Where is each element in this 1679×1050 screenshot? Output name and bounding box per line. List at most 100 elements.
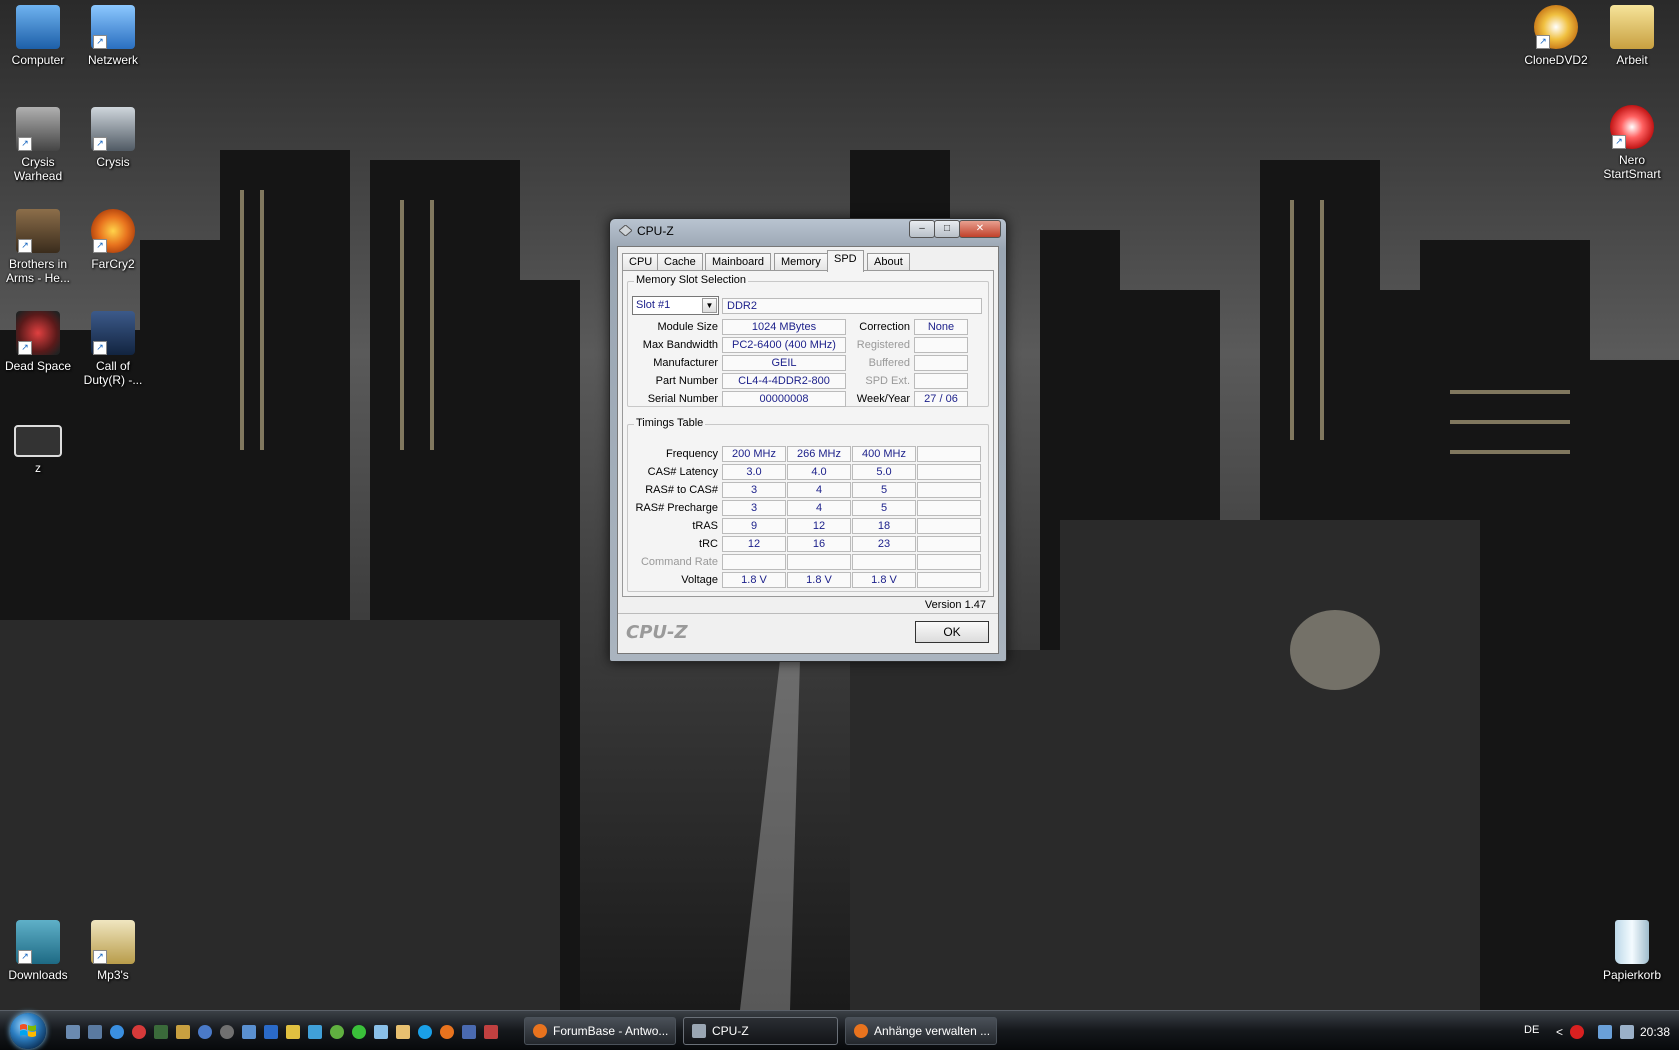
tab-cache[interactable]: Cache	[657, 253, 703, 271]
serial-number-value: 00000008	[722, 391, 846, 407]
desktop-icon-label: Downloads	[8, 968, 68, 982]
crysis-icon: ↗	[91, 107, 135, 151]
quicklaunch-app-icon[interactable]	[242, 1025, 256, 1039]
tab-spd[interactable]: SPD	[827, 250, 864, 272]
timing-label: Command Rate	[640, 556, 718, 568]
show-desktop-icon[interactable]	[66, 1025, 80, 1039]
timing-cell	[917, 536, 981, 552]
desktop-icon-z[interactable]: z	[0, 425, 76, 475]
taskbar-item-cpuz[interactable]: CPU-Z	[683, 1017, 838, 1045]
module-size-value: 1024 MBytes	[722, 319, 846, 335]
desktop-icon-downloads[interactable]: ↗ Downloads	[0, 920, 76, 982]
quicklaunch-app-icon[interactable]	[198, 1025, 212, 1039]
close-button[interactable]: ✕	[959, 220, 1001, 238]
desktop-icon-mp3s[interactable]: ↗ Mp3's	[75, 920, 151, 982]
steam-icon[interactable]	[220, 1025, 234, 1039]
taskbar-item-forumbase[interactable]: ForumBase - Antwo...	[524, 1017, 676, 1045]
tab-cpu[interactable]: CPU	[622, 253, 660, 271]
quicklaunch-app-icon[interactable]	[286, 1025, 300, 1039]
icq-icon[interactable]	[352, 1025, 366, 1039]
registered-value	[914, 337, 968, 353]
version-text: Version 1.47	[924, 599, 986, 611]
quicklaunch-app-icon[interactable]	[308, 1025, 322, 1039]
timing-cell	[787, 554, 851, 570]
windows-logo-icon	[20, 1024, 36, 1037]
tray-expand-button[interactable]: <	[1556, 1025, 1563, 1039]
network-tray-icon[interactable]	[1598, 1025, 1612, 1039]
group-title: Timings Table	[634, 417, 706, 429]
window-switcher-icon[interactable]	[88, 1025, 102, 1039]
quicklaunch-app-icon[interactable]	[176, 1025, 190, 1039]
slot-select[interactable]: Slot #1 ▼	[632, 296, 719, 315]
divider	[618, 613, 998, 614]
opera-icon[interactable]	[132, 1025, 146, 1039]
week-year-label: Week/Year	[856, 393, 910, 405]
desktop-icon-nero[interactable]: ↗ Nero StartSmart	[1594, 105, 1670, 181]
desktop-icon-arbeit[interactable]: Arbeit	[1594, 5, 1670, 67]
spd-ext-label: SPD Ext.	[865, 375, 910, 387]
timing-label: tRC	[699, 538, 718, 550]
maximize-button[interactable]: □	[934, 220, 960, 238]
timing-cell	[917, 500, 981, 516]
buffered-label: Buffered	[868, 357, 910, 369]
cpuz-window[interactable]: CPU-Z – □ ✕ CPU Cache Mainboard Memory S…	[609, 218, 1007, 662]
quicklaunch-app-icon[interactable]	[396, 1025, 410, 1039]
nero-icon: ↗	[1610, 105, 1654, 149]
desktop-icon-netzwerk[interactable]: ↗ Netzwerk	[75, 5, 151, 67]
quicklaunch-app-icon[interactable]	[374, 1025, 388, 1039]
desktop-icon-computer[interactable]: Computer	[0, 5, 76, 67]
manufacturer-value: GEIL	[722, 355, 846, 371]
window-titlebar[interactable]: CPU-Z – □ ✕	[610, 219, 1006, 243]
correction-value: None	[914, 319, 968, 335]
cpuz-app-icon	[619, 225, 632, 236]
desktop-icon-crysis[interactable]: ↗ Crysis	[75, 107, 151, 169]
tab-about[interactable]: About	[867, 253, 910, 271]
firefox-icon[interactable]	[440, 1025, 454, 1039]
firefox-icon	[533, 1024, 547, 1038]
antivirus-tray-icon[interactable]	[1570, 1025, 1584, 1039]
desktop-icon-label: Nero StartSmart	[1603, 153, 1661, 181]
spd-panel: Memory Slot Selection Slot #1 ▼ DDR2 Mod…	[622, 270, 994, 597]
minimize-button[interactable]: –	[909, 220, 935, 238]
correction-label: Correction	[859, 321, 910, 333]
memory-type-value: DDR2	[722, 298, 982, 314]
skype-icon[interactable]	[418, 1025, 432, 1039]
start-button[interactable]	[10, 1013, 46, 1049]
taskbar-item-label: CPU-Z	[712, 1024, 749, 1038]
desktop-icon-clonedvd2[interactable]: ↗ CloneDVD2	[1518, 5, 1594, 67]
firefox-icon	[854, 1024, 868, 1038]
desktop-icon-call-of-duty[interactable]: ↗ Call of Duty(R) -...	[75, 311, 151, 387]
clock[interactable]: 20:38	[1640, 1025, 1670, 1039]
max-bandwidth-label: Max Bandwidth	[642, 339, 718, 351]
timing-cell: 4	[787, 482, 851, 498]
desktop-icon-farcry2[interactable]: ↗ FarCry2	[75, 209, 151, 271]
quicklaunch-app-icon[interactable]	[154, 1025, 168, 1039]
spd-ext-value	[914, 373, 968, 389]
ok-button[interactable]: OK	[915, 621, 989, 643]
volume-tray-icon[interactable]	[1620, 1025, 1634, 1039]
desktop-icon-brothers-in-arms[interactable]: ↗ Brothers in Arms - He...	[0, 209, 76, 285]
taskbar-item-anhaenge[interactable]: Anhänge verwalten ...	[845, 1017, 997, 1045]
recycle-bin-icon	[1615, 920, 1649, 964]
chevron-down-icon[interactable]: ▼	[702, 298, 717, 313]
quicklaunch-app-icon[interactable]	[330, 1025, 344, 1039]
max-bandwidth-value: PC2-6400 (400 MHz)	[722, 337, 846, 353]
quicklaunch-app-icon[interactable]	[264, 1025, 278, 1039]
desktop-icon-dead-space[interactable]: ↗ Dead Space	[0, 311, 76, 373]
quicklaunch-app-icon[interactable]	[462, 1025, 476, 1039]
taskbar-item-label: ForumBase - Antwo...	[553, 1024, 669, 1038]
desktop-icon-label: Crysis Warhead	[13, 155, 63, 183]
timing-cell: 3.0	[722, 464, 786, 480]
timing-cell	[917, 482, 981, 498]
shortcut-arrow-icon: ↗	[93, 950, 107, 964]
timing-cell: 5	[852, 482, 916, 498]
desktop-icon-crysis-warhead[interactable]: ↗ Crysis Warhead	[0, 107, 76, 183]
desktop-icon-papierkorb[interactable]: Papierkorb	[1594, 920, 1670, 982]
timing-cell: 23	[852, 536, 916, 552]
quicklaunch-app-icon[interactable]	[484, 1025, 498, 1039]
internet-explorer-icon[interactable]	[110, 1025, 124, 1039]
language-indicator[interactable]: DE	[1524, 1024, 1539, 1036]
tab-mainboard[interactable]: Mainboard	[705, 253, 771, 271]
tab-memory[interactable]: Memory	[774, 253, 828, 271]
part-number-value: CL4-4-4DDR2-800	[722, 373, 846, 389]
